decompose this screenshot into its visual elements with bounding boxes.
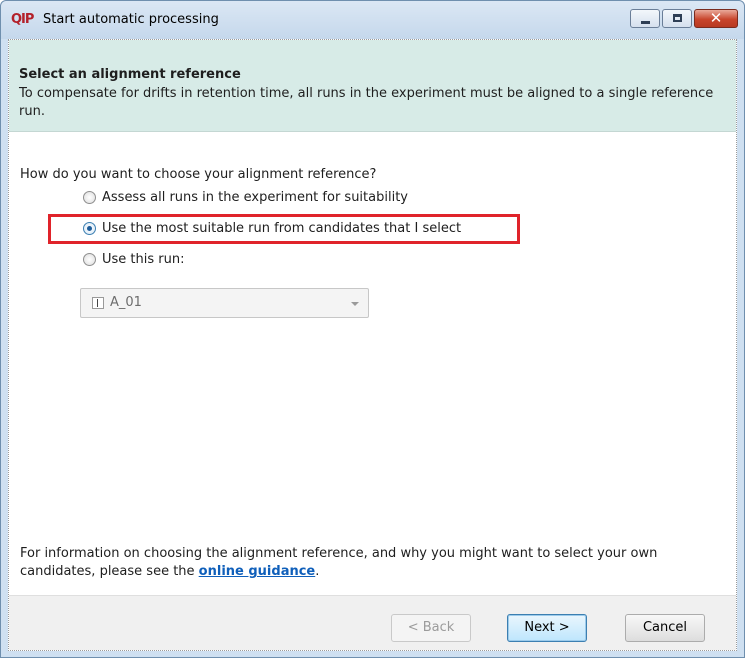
question-label: How do you want to choose your alignment…	[20, 167, 377, 182]
option-assess-all[interactable]: Assess all runs in the experiment for su…	[83, 190, 408, 205]
next-button[interactable]: Next >	[507, 614, 587, 642]
cancel-button[interactable]: Cancel	[625, 614, 705, 642]
online-guidance-link[interactable]: online guidance	[199, 564, 316, 579]
info-text: For information on choosing the alignmen…	[20, 545, 720, 581]
maximize-button[interactable]	[662, 9, 692, 28]
minimize-icon	[641, 21, 650, 24]
wizard-client-area: Select an alignment reference To compens…	[8, 39, 737, 651]
run-select-dropdown[interactable]: A_01	[80, 288, 369, 318]
run-icon	[92, 297, 104, 309]
minimize-button[interactable]	[630, 9, 660, 28]
step-title: Select an alignment reference	[19, 67, 241, 82]
chevron-down-icon	[351, 302, 359, 306]
annotation-highlight-box	[48, 214, 520, 244]
info-text-end: .	[315, 564, 320, 579]
caption-buttons: ✕	[630, 9, 738, 28]
back-button[interactable]: < Back	[391, 614, 471, 642]
option-this-run[interactable]: Use this run:	[83, 252, 184, 267]
info-text-body: For information on choosing the alignmen…	[20, 546, 658, 579]
close-icon: ✕	[709, 9, 723, 27]
radio-button[interactable]	[83, 253, 96, 266]
button-bar: < Back Next > Cancel	[9, 595, 736, 650]
step-header: Select an alignment reference To compens…	[9, 40, 736, 132]
run-select-value: A_01	[110, 295, 142, 310]
step-description: To compensate for drifts in retention ti…	[19, 86, 714, 119]
close-button[interactable]: ✕	[694, 9, 738, 28]
app-logo: QIP	[11, 12, 34, 27]
wizard-window: QIP Start automatic processing ✕ Select …	[0, 0, 745, 658]
option-label: Assess all runs in the experiment for su…	[102, 190, 408, 205]
maximize-icon	[673, 14, 682, 22]
radio-button[interactable]	[83, 191, 96, 204]
title-bar[interactable]: QIP Start automatic processing ✕	[1, 1, 744, 39]
window-title: Start automatic processing	[43, 12, 219, 27]
option-label: Use this run:	[102, 252, 185, 267]
